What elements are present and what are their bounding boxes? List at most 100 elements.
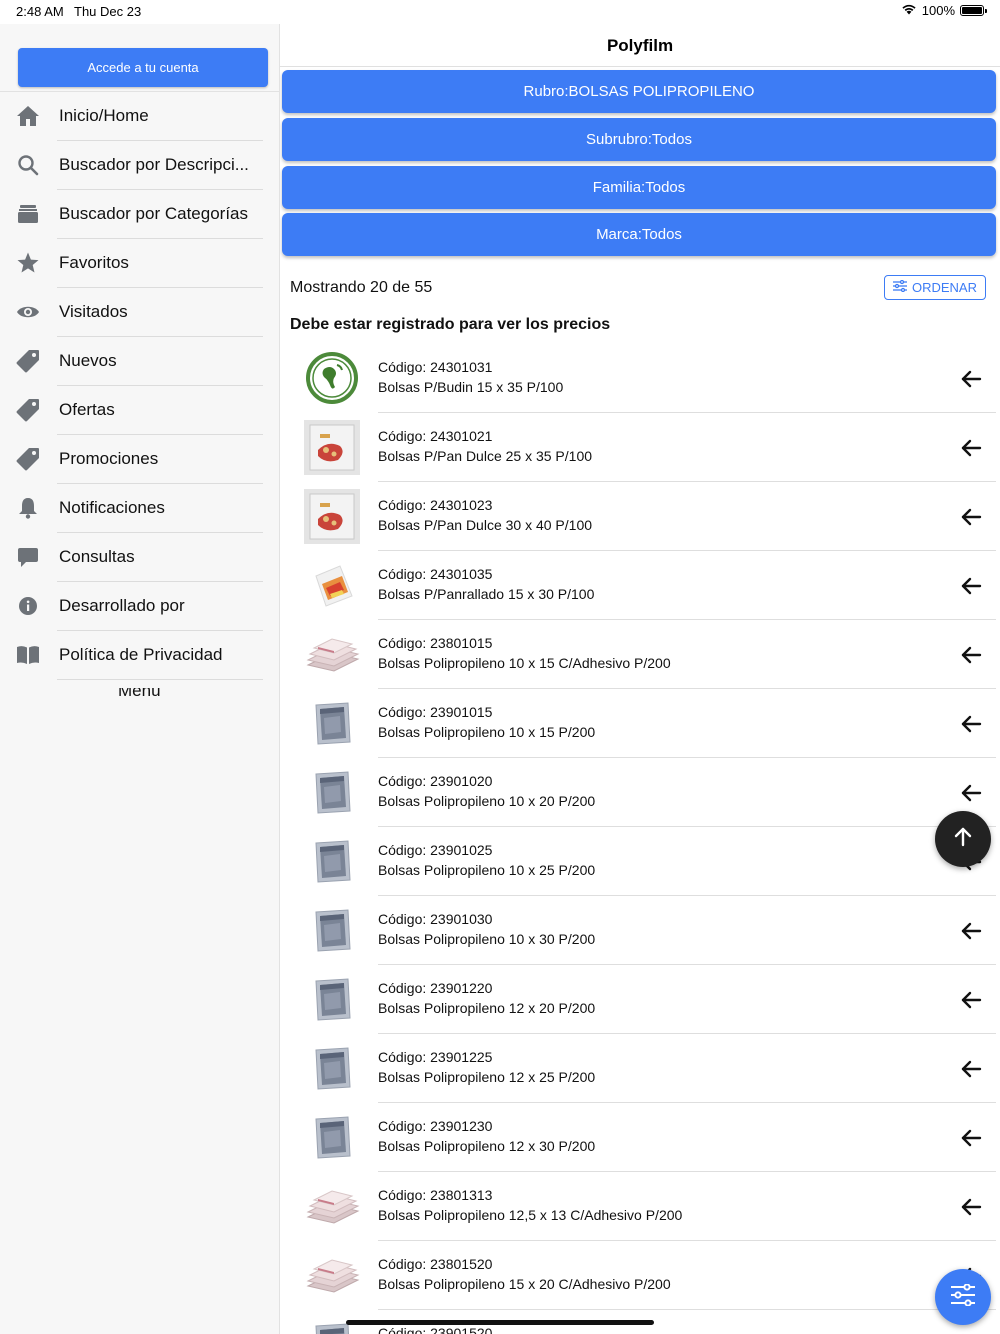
product-row[interactable]: Código: 23801520 Bolsas Polipropileno 15 … [280, 1241, 1000, 1310]
product-code: Código: 23801015 [378, 635, 493, 651]
product-row[interactable]: Código: 23901015 Bolsas Polipropileno 10 … [280, 689, 1000, 758]
product-name: Bolsas P/Panrallado 15 x 30 P/100 [378, 586, 595, 602]
product-thumbnail [304, 1248, 360, 1303]
sidebar-item-label: Nuevos [59, 351, 117, 370]
sidebar-item-label: Notificaciones [59, 498, 165, 517]
product-row[interactable]: Código: 24301023 Bolsas P/Pan Dulce 30 x … [280, 482, 1000, 551]
filter-fab-button[interactable] [935, 1269, 991, 1325]
product-row[interactable]: Código: 23901020 Bolsas Polipropileno 10 … [280, 758, 1000, 827]
order-button[interactable]: ORDENAR [884, 275, 986, 300]
product-name: Bolsas Polipropileno 10 x 15 P/200 [378, 724, 596, 740]
arrow-left-icon[interactable] [960, 920, 982, 942]
filter-subrubro-button[interactable]: Subrubro:Todos [282, 118, 996, 161]
product-code: Código: 23901520 [378, 1325, 493, 1334]
product-code: Código: 24301023 [378, 497, 493, 513]
arrow-left-icon[interactable] [960, 989, 982, 1011]
arrow-left-icon[interactable] [960, 1196, 982, 1218]
product-name: Bolsas Polipropileno 12,5 x 13 C/Adhesiv… [378, 1207, 683, 1223]
scroll-top-button[interactable] [935, 811, 991, 867]
sidebar-item[interactable]: Política de Privacidad [0, 631, 279, 680]
sidebar-item[interactable]: Ofertas [0, 386, 279, 435]
product-row[interactable]: Código: 24301031 Bolsas P/Budin 15 x 35 P… [280, 344, 1000, 413]
product-row[interactable]: Código: 23901025 Bolsas Polipropileno 10 … [280, 827, 1000, 896]
product-code: Código: 24301035 [378, 566, 493, 582]
sidebar-item[interactable]: Visitados [0, 288, 279, 337]
product-thumbnail [304, 834, 360, 889]
login-button[interactable]: Accede a tu cuenta [18, 48, 268, 87]
product-row[interactable]: Código: 23901030 Bolsas Polipropileno 10 … [280, 896, 1000, 965]
product-row[interactable]: Código: 24301021 Bolsas P/Pan Dulce 25 x … [280, 413, 1000, 482]
arrow-left-icon[interactable] [960, 713, 982, 735]
sidebar-item[interactable]: Buscador por Categorías [0, 190, 279, 239]
sidebar-item-label: Buscador por Descripci... [59, 155, 249, 174]
sidebar-item[interactable]: Inicio/Home [0, 92, 279, 141]
product-name: Bolsas Polipropileno 12 x 25 P/200 [378, 1069, 596, 1085]
sidebar-item[interactable]: Buscador por Descripci... [0, 141, 279, 190]
sidebar-item-label: Ofertas [59, 400, 115, 419]
sidebar-item[interactable]: Notificaciones [0, 484, 279, 533]
eye-icon [16, 300, 40, 324]
folder-icon [16, 202, 40, 226]
sidebar-item-label: Promociones [59, 449, 159, 468]
sidebar-item[interactable]: Desarrollado por [0, 582, 279, 631]
product-row[interactable]: Código: 23901220 Bolsas Polipropileno 12 … [280, 965, 1000, 1034]
page-title: Polyfilm [606, 36, 674, 55]
product-name: Bolsas Polipropileno 15 x 20 C/Adhesivo … [378, 1276, 671, 1292]
product-thumbnail [304, 489, 360, 544]
product-thumbnail [304, 558, 360, 613]
arrow-left-icon[interactable] [960, 1127, 982, 1149]
order-label: ORDENAR [911, 280, 977, 295]
filter-rubro-button[interactable]: Rubro:BOLSAS POLIPROPILENO [282, 70, 996, 113]
sidebar-item[interactable]: Promociones [0, 435, 279, 484]
tag-icon [16, 349, 40, 373]
product-thumbnail [304, 972, 360, 1027]
product-thumbnail [304, 420, 360, 475]
arrow-left-icon[interactable] [960, 506, 982, 528]
product-name: Bolsas Polipropileno 10 x 15 C/Adhesivo … [378, 655, 671, 671]
product-code: Código: 23901220 [378, 980, 493, 996]
product-thumbnail [304, 627, 360, 682]
product-name: Bolsas P/Budin 15 x 35 P/100 [378, 379, 564, 395]
star-icon [16, 251, 40, 275]
product-code: Código: 23801313 [378, 1187, 493, 1203]
tag-icon [16, 447, 40, 471]
results-count: Mostrando 20 de 55 [290, 279, 433, 296]
product-row[interactable]: Código: 23901225 Bolsas Polipropileno 12 … [280, 1034, 1000, 1103]
status-date: Thu Dec 23 [74, 4, 142, 19]
chat-icon [16, 545, 40, 569]
filter-marca-button[interactable]: Marca:Todos [282, 213, 996, 256]
product-code: Código: 24301021 [378, 428, 493, 444]
sidebar-item[interactable]: Favoritos [0, 239, 279, 288]
status-right: 100% [901, 3, 987, 18]
home-indicator [346, 1320, 654, 1325]
product-name: Bolsas Polipropileno 12 x 30 P/200 [378, 1138, 596, 1154]
sidebar-item[interactable]: Nuevos [0, 337, 279, 386]
filter-familia-button[interactable]: Familia:Todos [282, 166, 996, 209]
sidebar-item-label: Buscador por Categorías [59, 204, 248, 223]
arrow-left-icon[interactable] [960, 575, 982, 597]
sidebar-item-divider [57, 679, 263, 680]
product-row[interactable]: Código: 24301035 Bolsas P/Panrallado 15 x… [280, 551, 1000, 620]
product-row[interactable]: Código: 23801313 Bolsas Polipropileno 12,… [280, 1172, 1000, 1241]
arrow-left-icon[interactable] [960, 782, 982, 804]
arrow-left-icon[interactable] [960, 368, 982, 390]
product-name: Bolsas Polipropileno 10 x 25 P/200 [378, 862, 596, 878]
search-icon [16, 153, 40, 177]
arrow-up-icon [951, 825, 975, 854]
arrow-left-icon[interactable] [960, 644, 982, 666]
product-name: Bolsas P/Pan Dulce 30 x 40 P/100 [378, 517, 593, 533]
arrow-left-icon[interactable] [960, 437, 982, 459]
product-code: Código: 23901225 [378, 1049, 493, 1065]
product-name: Bolsas P/Pan Dulce 25 x 35 P/100 [378, 448, 593, 464]
home-icon [16, 104, 40, 128]
product-thumbnail [304, 1110, 360, 1165]
price-notice: Debe estar registrado para ver los preci… [290, 316, 611, 333]
arrow-left-icon[interactable] [960, 1058, 982, 1080]
status-bar: 2:48 AM Thu Dec 23 100% [0, 0, 1000, 24]
product-code: Código: 23901230 [378, 1118, 493, 1134]
product-name: Bolsas Polipropileno 10 x 20 P/200 [378, 793, 596, 809]
sidebar-item[interactable]: Consultas [0, 533, 279, 582]
product-row[interactable]: Código: 23901230 Bolsas Polipropileno 12 … [280, 1103, 1000, 1172]
tag-icon [16, 398, 40, 422]
product-row[interactable]: Código: 23801015 Bolsas Polipropileno 10 … [280, 620, 1000, 689]
